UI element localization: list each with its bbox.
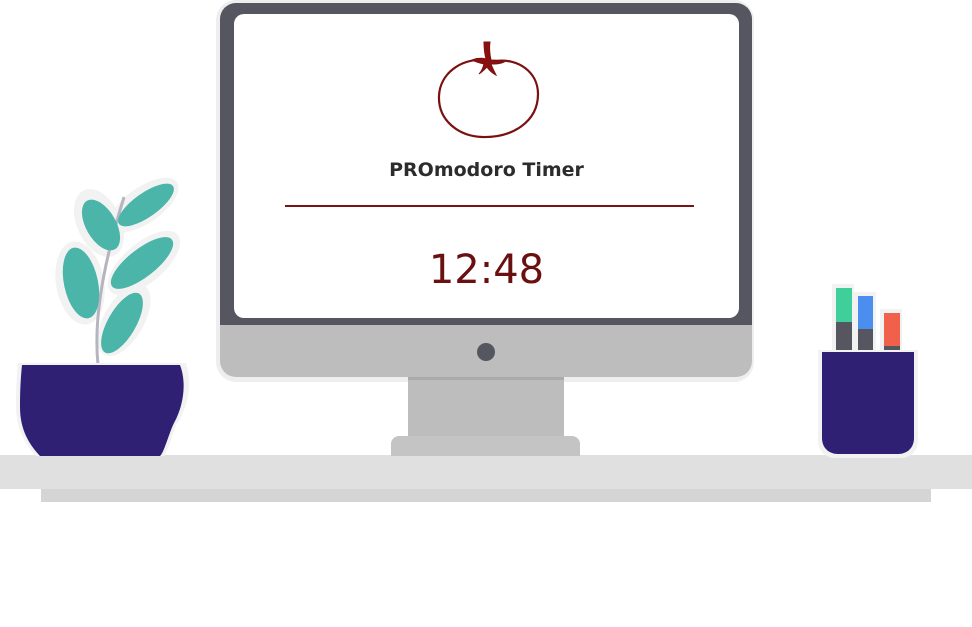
blue-marker — [858, 296, 873, 329]
plant-pot — [20, 365, 184, 456]
monitor-stand-shadow — [408, 377, 564, 380]
app-screen: PROmodoro Timer 12:48 — [234, 14, 739, 318]
desk-top — [0, 455, 972, 489]
title-divider — [285, 205, 694, 207]
monitor-power-dot — [477, 343, 495, 361]
monitor-stand-neck — [408, 377, 564, 439]
potted-plant-illustration — [16, 177, 190, 456]
green-marker — [836, 288, 852, 322]
pen-cup — [822, 352, 914, 454]
timer-display: 12:48 — [428, 247, 545, 293]
desk-edge — [41, 489, 931, 502]
monitor-stand-base — [391, 436, 580, 456]
pen-cup-illustration — [818, 284, 918, 458]
tomato-icon — [437, 41, 540, 139]
app-title: PROmodoro Timer — [389, 159, 584, 181]
red-marker — [884, 313, 900, 346]
